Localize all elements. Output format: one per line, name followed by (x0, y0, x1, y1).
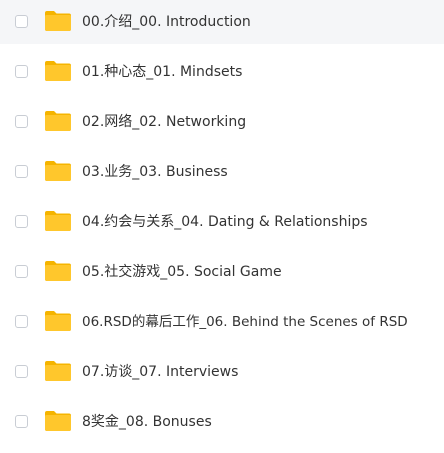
file-name[interactable]: 03.业务_03. Business (82, 163, 228, 181)
row-checkbox[interactable] (15, 215, 28, 228)
row-checkbox[interactable] (15, 165, 28, 178)
folder-icon (44, 310, 72, 332)
folder-icon (44, 110, 72, 132)
row-checkbox[interactable] (15, 15, 28, 28)
file-name[interactable]: 07.访谈_07. Interviews (82, 363, 238, 381)
folder-icon (44, 60, 72, 82)
folder-icon (44, 210, 72, 232)
row-checkbox[interactable] (15, 365, 28, 378)
file-name[interactable]: 06.RSD的幕后工作_06. Behind the Scenes of RSD (82, 313, 408, 331)
list-item[interactable]: 05.社交游戏_05. Social Game (0, 250, 444, 294)
folder-icon (44, 160, 72, 182)
list-item[interactable]: 8奖金_08. Bonuses (0, 400, 444, 444)
list-item[interactable]: 01.种心态_01. Mindsets (0, 50, 444, 94)
file-name[interactable]: 00.介绍_00. Introduction (82, 13, 251, 31)
file-name[interactable]: 04.约会与关系_04. Dating & Relationships (82, 213, 368, 231)
list-item[interactable]: 03.业务_03. Business (0, 150, 444, 194)
folder-icon (44, 10, 72, 32)
row-checkbox[interactable] (15, 315, 28, 328)
file-name[interactable]: 05.社交游戏_05. Social Game (82, 263, 282, 281)
list-item[interactable]: 07.访谈_07. Interviews (0, 350, 444, 394)
list-item[interactable]: 00.介绍_00. Introduction (0, 0, 444, 44)
file-name[interactable]: 8奖金_08. Bonuses (82, 413, 212, 431)
list-item[interactable]: 06.RSD的幕后工作_06. Behind the Scenes of RSD (0, 300, 444, 344)
file-name[interactable]: 02.网络_02. Networking (82, 113, 246, 131)
file-list: 00.介绍_00. Introduction 01.种心态_01. Mindse… (0, 0, 444, 453)
row-checkbox[interactable] (15, 415, 28, 428)
folder-icon (44, 260, 72, 282)
folder-icon (44, 360, 72, 382)
folder-icon (44, 410, 72, 432)
list-item[interactable]: 04.约会与关系_04. Dating & Relationships (0, 200, 444, 244)
file-name[interactable]: 01.种心态_01. Mindsets (82, 63, 242, 81)
row-checkbox[interactable] (15, 115, 28, 128)
row-checkbox[interactable] (15, 265, 28, 278)
row-checkbox[interactable] (15, 65, 28, 78)
list-item[interactable]: 02.网络_02. Networking (0, 100, 444, 144)
